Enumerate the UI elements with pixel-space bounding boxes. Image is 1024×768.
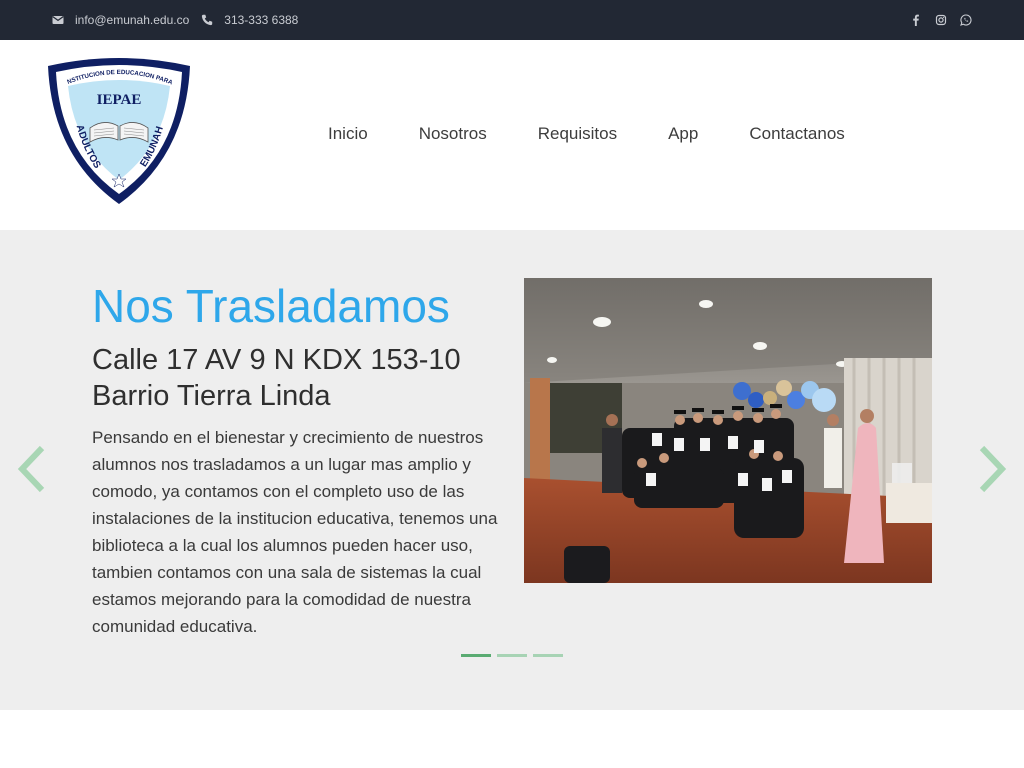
social-links: [897, 0, 972, 40]
chevron-left-icon: [14, 445, 50, 498]
nav-requisitos[interactable]: Requisitos: [538, 124, 617, 144]
slide-indicator-1[interactable]: [461, 654, 491, 657]
phone-icon: [201, 14, 213, 26]
slider-indicators: [461, 654, 569, 657]
contact-info: info@emunah.edu.co 313-333 6388: [52, 0, 310, 40]
nav-inicio[interactable]: Inicio: [328, 124, 368, 144]
hero-slider: Nos Trasladamos Calle 17 AV 9 N KDX 153-…: [0, 230, 1024, 710]
slide-indicator-2[interactable]: [497, 654, 527, 657]
site-header: IEPAE INSTITUCION DE EDUCACION PARA ADUL…: [0, 40, 1024, 230]
slide-description: Pensando en el bienestar y crecimiento d…: [92, 428, 498, 636]
slide-indicator-3[interactable]: [533, 654, 563, 657]
instagram-icon[interactable]: [935, 14, 947, 26]
slider-prev-button[interactable]: [14, 444, 50, 494]
nav-app[interactable]: App: [668, 124, 698, 144]
nav-nosotros[interactable]: Nosotros: [419, 124, 487, 144]
nav-contactanos[interactable]: Contactanos: [749, 124, 844, 144]
phone-link[interactable]: 313-333 6388: [224, 13, 298, 27]
top-bar: info@emunah.edu.co 313-333 6388: [0, 0, 1024, 40]
graduation-photo: [524, 278, 932, 583]
main-nav: Inicio Nosotros Requisitos App Contactan…: [328, 124, 845, 144]
envelope-icon: [52, 14, 64, 26]
slide-subtitle: Calle 17 AV 9 N KDX 153-10 Barrio Tierra…: [92, 344, 461, 412]
whatsapp-icon[interactable]: [960, 14, 972, 26]
chevron-right-icon: [974, 445, 1010, 498]
logo-acronym: IEPAE: [97, 92, 142, 108]
facebook-icon[interactable]: [910, 14, 922, 26]
iepae-logo[interactable]: IEPAE INSTITUCION DE EDUCACION PARA ADUL…: [45, 51, 192, 206]
slider-next-button[interactable]: [974, 444, 1010, 494]
email-link[interactable]: info@emunah.edu.co: [75, 13, 189, 27]
slide-title: Nos Trasladamos: [92, 280, 450, 332]
